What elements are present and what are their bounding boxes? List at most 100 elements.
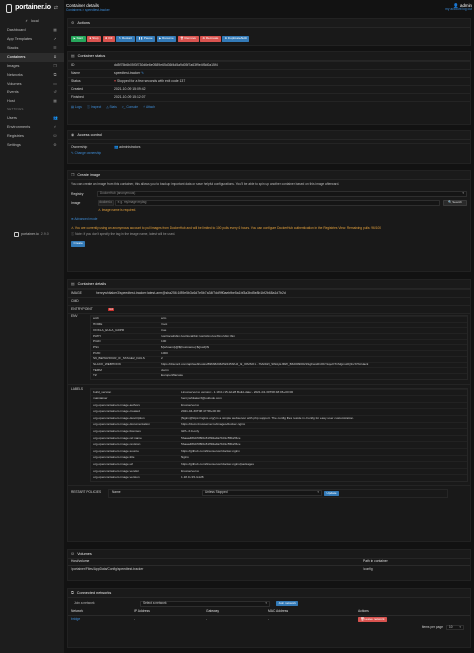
label-key: org.opencontainers.image.revision	[93, 442, 141, 447]
sidebar-item-events[interactable]: Events ↺	[0, 88, 64, 97]
network-select[interactable]: Select a network ▾	[140, 600, 270, 607]
kill-button[interactable]: ✸ Kill	[102, 36, 115, 42]
inspect-link[interactable]: ⓘ Inspect	[87, 105, 101, 110]
sidebar-item-label: Registries	[7, 133, 24, 138]
start-button[interactable]: ▶ Start	[71, 36, 86, 42]
env-row: arch arm	[91, 316, 467, 322]
status-tools: ▤ Logs ⓘ Inspect ◬ Stats >_ Console ⚡ Attach	[68, 101, 470, 114]
image-value[interactable]: henrywhitaker3/speedtest-tracker:latest-…	[96, 291, 466, 295]
panel-title: Container status	[77, 53, 106, 58]
attach-link[interactable]: ⚡ Attach	[143, 105, 155, 110]
registry-select[interactable]: DockerHub (anonymous) ▾	[96, 191, 467, 198]
sidebar-item-images[interactable]: Images ❐	[0, 62, 64, 71]
breadcrumb[interactable]: Containers > speedtest-tracker	[66, 8, 110, 13]
network-name[interactable]: bridge	[71, 617, 134, 622]
brand[interactable]: portainer.io ⇄	[0, 0, 64, 16]
registry-prefix: docker.io	[97, 200, 114, 207]
advanced-mode-link[interactable]: ⊕ Advanced mode	[68, 214, 470, 226]
logs-link[interactable]: ▤ Logs	[71, 105, 82, 110]
entrypoint-badge: /init	[108, 307, 115, 312]
registry-row: Registry DockerHub (anonymous) ▾	[68, 190, 470, 199]
status-row: Name speedtest-tracker ✎	[68, 69, 470, 77]
sidebar-item-app-templates[interactable]: App Templates ➚	[0, 35, 64, 44]
cmd-label: CMD	[71, 299, 79, 304]
restart-button[interactable]: ↻ Restart	[116, 36, 135, 42]
items-per-page-select[interactable]: 10 ▾	[446, 625, 464, 630]
copy-icon: ⧉	[224, 37, 227, 41]
network-gateway: -	[206, 616, 208, 621]
server-icon: ▤	[71, 281, 75, 286]
history-icon: ↺	[53, 90, 57, 95]
sidebar-item-dashboard[interactable]: Dashboard ▦	[0, 26, 64, 35]
env-row: PATH/usr/local/sbin:/usr/local/bin:/usr/…	[91, 333, 467, 339]
image-label: Image	[71, 201, 81, 206]
join-network-label: Join a network	[74, 600, 95, 605]
resume-button[interactable]: ▶ Resume	[156, 36, 177, 42]
create-button[interactable]: Create	[71, 241, 86, 247]
env-label: ENV	[71, 314, 78, 318]
sidebar-item-registries[interactable]: Registries ⛁	[0, 132, 64, 141]
recreate-button[interactable]: ♻ Recreate	[200, 36, 221, 42]
col-network: Network	[71, 609, 84, 614]
sidebar-item-environments[interactable]: Environments ⚡	[0, 123, 64, 132]
leave-network-button[interactable]: 🗑 Leave network	[358, 616, 388, 623]
edit-name-icon[interactable]: ✎	[140, 71, 144, 75]
volumes-panel: ⛁ Volumes Host/volume Path in container /…	[67, 549, 471, 581]
label-row: org.opencontainers.image.version 1.18.0-r…	[91, 474, 467, 481]
env-value: true	[161, 328, 167, 332]
sidebar-item-volumes[interactable]: Volumes ▭	[0, 79, 64, 88]
panel-header: ◉ Access control	[68, 131, 470, 140]
label-row: build_version Linuxserver.io version:- 1.…	[91, 388, 467, 396]
server-icon: ▤	[71, 53, 75, 58]
pause-icon: ❚❚	[138, 37, 143, 41]
user-links[interactable]: my account log out	[445, 7, 472, 12]
sidebar-item-stacks[interactable]: Stacks ☰	[0, 44, 64, 53]
env-value: 2	[161, 357, 163, 361]
update-button[interactable]: Update	[324, 490, 339, 497]
env-value: xterm	[161, 368, 169, 372]
console-link[interactable]: >_ Console	[122, 105, 138, 110]
stop-button[interactable]: ■ Stop	[87, 36, 101, 42]
label-value: [Nginx](https://nginx.org/) is a simple …	[181, 416, 355, 420]
cogs-icon: ⚙	[53, 142, 57, 147]
restart-policy-select[interactable]: Unless Stopped ▾	[202, 490, 322, 497]
cubes-icon: ⧈	[53, 54, 57, 59]
footer-version: 2.9.0	[40, 232, 49, 237]
container-details-panel: ▤ Container details IMAGE henrywhitaker3/s…	[67, 279, 471, 542]
eye-icon: ◉	[71, 132, 75, 137]
duplicate-edit-button[interactable]: ⧉ Duplicate/Edit	[222, 36, 250, 42]
sidebar-item-host[interactable]: Host ▦	[0, 97, 64, 106]
env-key: PUID	[93, 350, 101, 355]
sidebar-item-settings[interactable]: Settings ⚙	[0, 141, 64, 150]
label-key: org.opencontainers.image.source	[93, 448, 139, 453]
label-row: org.opencontainers.image.revision 5baaa4f…	[91, 441, 467, 448]
labels-section: LABELS build_version Linuxserver.io versi…	[68, 383, 470, 482]
col-host: Host/volume	[71, 559, 90, 564]
environment-name: local	[30, 18, 39, 23]
tag-note: ⓘ Note: if you don't specify the tag in …	[71, 232, 176, 237]
env-key: PS1	[93, 344, 99, 349]
env-row: PUID 1000	[91, 350, 467, 356]
bomb-icon: ✸	[105, 37, 108, 41]
volume-host[interactable]: /portainer/Files/AppData/Config/speedtes…	[71, 567, 363, 572]
remove-button[interactable]: 🗑 Remove	[177, 36, 199, 42]
clone-icon: ❐	[71, 172, 75, 177]
join-network-button[interactable]: Join network	[276, 600, 299, 607]
play-icon: ▶	[73, 37, 76, 41]
sidebar-item-networks[interactable]: Networks ⧉	[0, 70, 64, 79]
sidebar-item-users[interactable]: Users 👥	[0, 114, 64, 123]
label-row: maintainer henrywhitaker3@outlook.com	[91, 395, 467, 402]
search-button[interactable]: 🔍 Search	[443, 200, 467, 207]
exchange-icon[interactable]: ⇄	[54, 5, 58, 11]
change-ownership-link[interactable]: ✎ Change ownership	[68, 151, 470, 157]
label-value: https://github.com/linuxserver/docker-ng…	[181, 449, 240, 453]
label-value: 5baaa4f8cb5f8f2c81ff94a9a7b01c55b2f3ce	[181, 443, 241, 447]
image-input[interactable]: e.g. myimage:mytag	[114, 200, 441, 207]
label-key: org.opencontainers.image.description	[93, 415, 145, 420]
recycle-icon: ♻	[202, 37, 205, 41]
label-value: linuxserver.io	[181, 469, 200, 473]
stats-link[interactable]: ◬ Stats	[106, 105, 117, 110]
sidebar-item-containers[interactable]: Containers ⧈	[0, 52, 64, 62]
restart-policy-row: Name Unless Stopped ▾ Update	[108, 488, 448, 498]
pause-button[interactable]: ❚❚ Pause	[136, 36, 156, 42]
